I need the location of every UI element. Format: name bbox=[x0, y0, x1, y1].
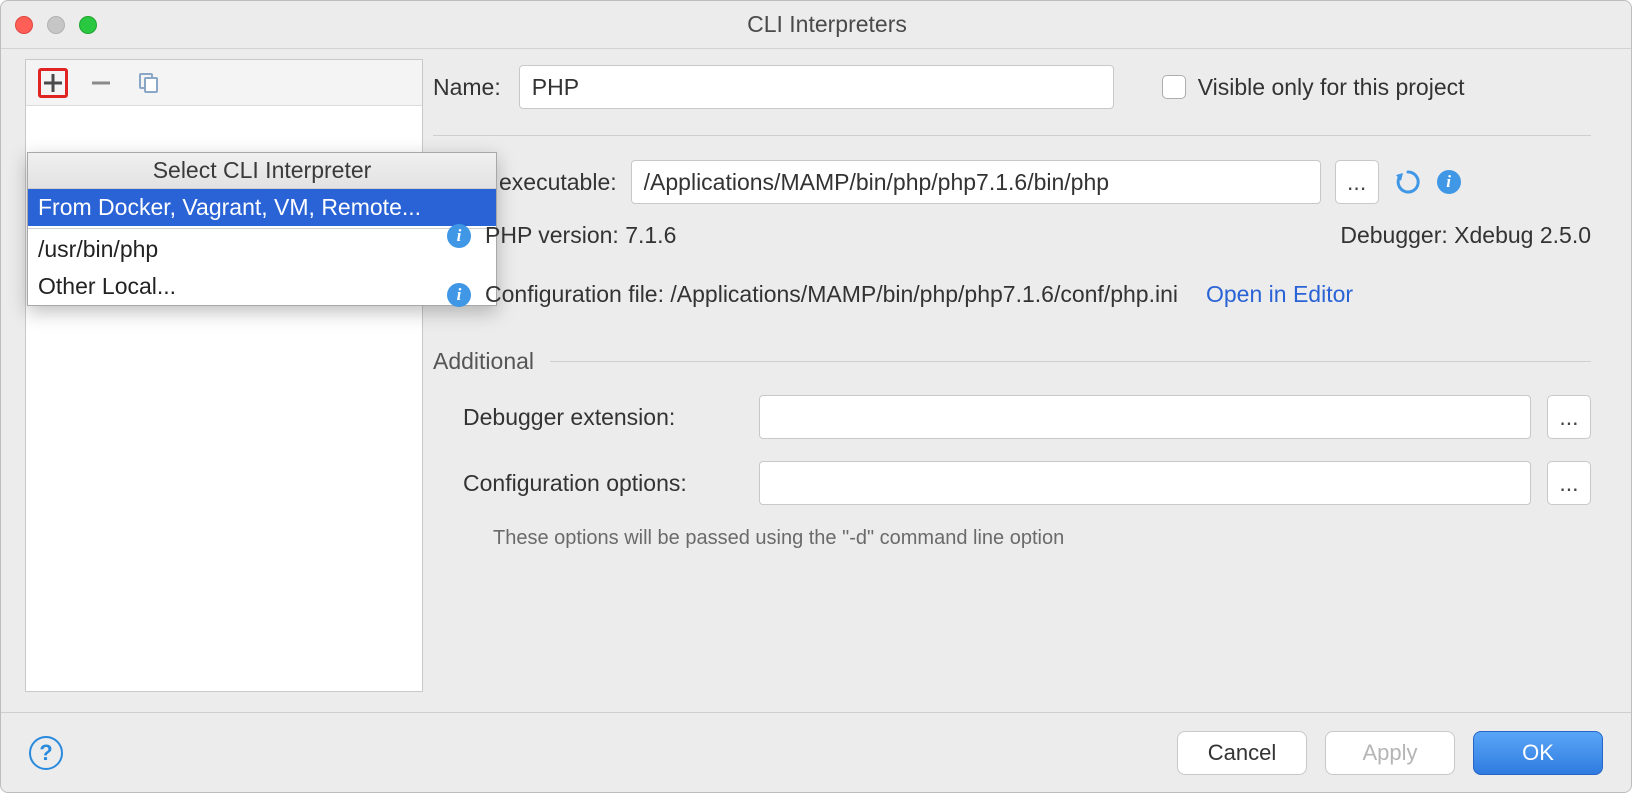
copy-icon bbox=[137, 71, 161, 95]
minus-icon bbox=[90, 72, 112, 94]
debugger-label: Debugger: Xdebug 2.5.0 bbox=[1340, 222, 1591, 249]
name-input[interactable] bbox=[519, 65, 1114, 109]
close-window-button[interactable] bbox=[15, 16, 33, 34]
body: Select CLI Interpreter From Docker, Vagr… bbox=[1, 49, 1631, 712]
info-php-version-icon: i bbox=[447, 224, 471, 248]
edit-configuration-options-button[interactable]: ... bbox=[1547, 461, 1591, 505]
open-in-editor-link[interactable]: Open in Editor bbox=[1206, 281, 1353, 308]
name-label: Name: bbox=[433, 74, 501, 101]
titlebar: CLI Interpreters bbox=[1, 1, 1631, 49]
ok-button[interactable]: OK bbox=[1473, 731, 1603, 775]
additional-section-header: Additional bbox=[433, 348, 1591, 375]
php-executable-input[interactable] bbox=[631, 160, 1321, 204]
minimize-window-button[interactable] bbox=[47, 16, 65, 34]
remove-interpreter-button[interactable] bbox=[86, 68, 116, 98]
window-title: CLI Interpreters bbox=[97, 11, 1557, 38]
plus-icon bbox=[42, 72, 64, 94]
debugger-extension-label: Debugger extension: bbox=[463, 404, 743, 431]
apply-button[interactable]: Apply bbox=[1325, 731, 1455, 775]
php-executable-label: executable: bbox=[499, 169, 617, 196]
dialog-button-bar: ? Cancel Apply OK bbox=[1, 712, 1631, 792]
copy-interpreter-button[interactable] bbox=[134, 68, 164, 98]
php-version-label: PHP version: 7.1.6 bbox=[485, 222, 676, 249]
list-toolbar bbox=[26, 60, 422, 106]
configuration-options-input[interactable] bbox=[759, 461, 1531, 505]
reload-icon bbox=[1395, 169, 1421, 195]
window-controls bbox=[15, 16, 97, 34]
checkbox-box-icon bbox=[1162, 75, 1186, 99]
configuration-options-label: Configuration options: bbox=[463, 470, 743, 497]
zoom-window-button[interactable] bbox=[79, 16, 97, 34]
visible-only-project-label: Visible only for this project bbox=[1198, 74, 1465, 101]
reload-button[interactable] bbox=[1393, 160, 1423, 204]
add-interpreter-button[interactable] bbox=[38, 68, 68, 98]
help-button[interactable]: ? bbox=[29, 736, 63, 770]
divider bbox=[433, 135, 1591, 136]
visible-only-project-checkbox[interactable]: Visible only for this project bbox=[1162, 74, 1465, 101]
browse-executable-button[interactable]: ... bbox=[1335, 160, 1379, 204]
info-executable-icon[interactable]: i bbox=[1437, 170, 1461, 194]
dialog-window: CLI Interpreters bbox=[0, 0, 1632, 793]
configuration-options-hint: These options will be passed using the "… bbox=[493, 527, 1591, 550]
info-config-file-icon: i bbox=[447, 283, 471, 307]
config-file-label: Configuration file: /Applications/MAMP/b… bbox=[485, 281, 1178, 308]
browse-debugger-extension-button[interactable]: ... bbox=[1547, 395, 1591, 439]
cancel-button[interactable]: Cancel bbox=[1177, 731, 1307, 775]
details-panel: Name: Visible only for this project exec… bbox=[423, 49, 1631, 712]
debugger-extension-input[interactable] bbox=[759, 395, 1531, 439]
